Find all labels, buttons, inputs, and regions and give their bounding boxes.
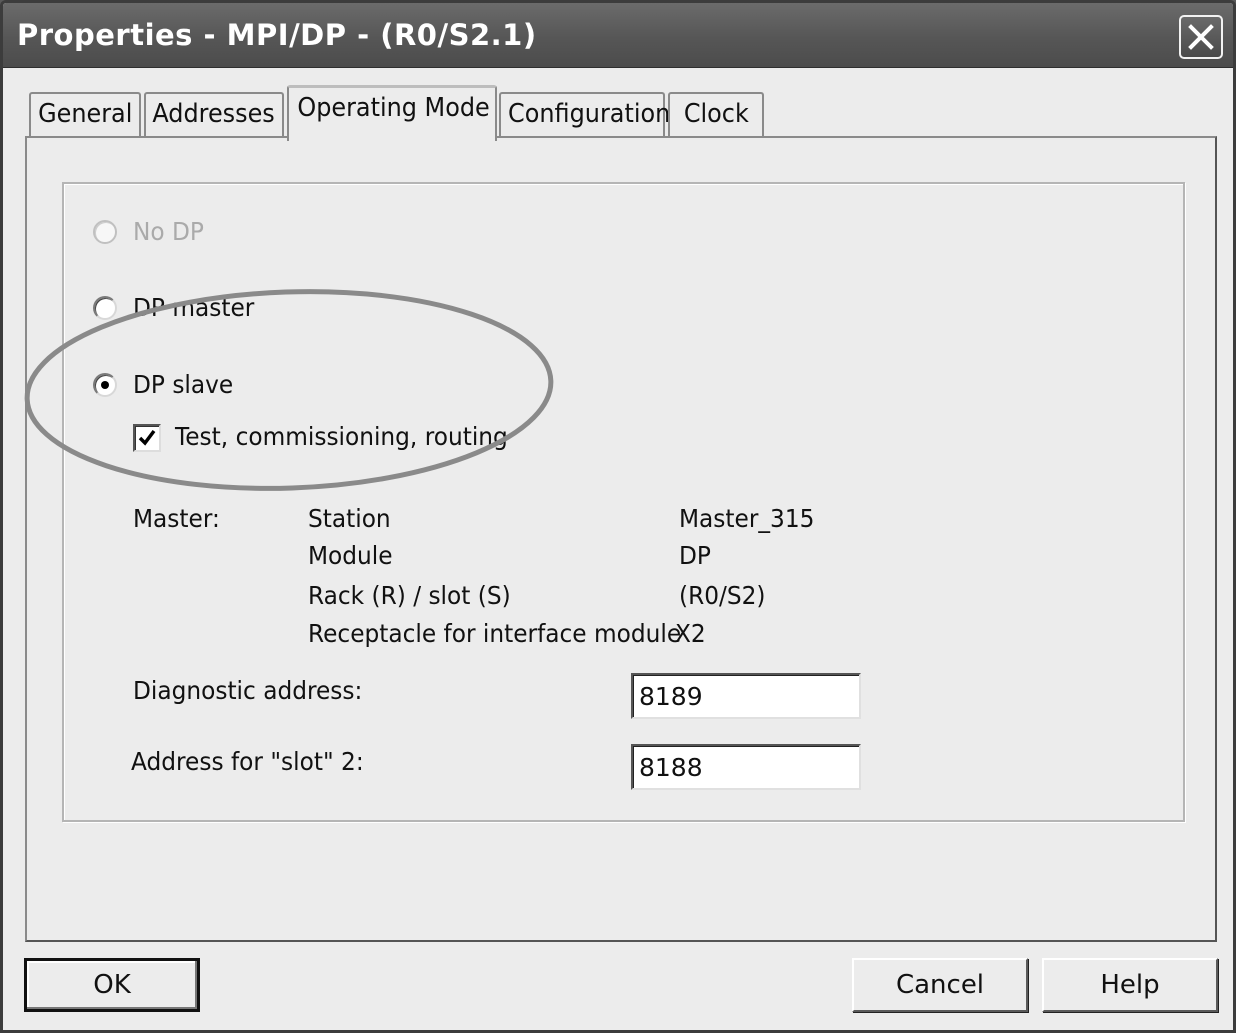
master-station-value: Master_315: [679, 504, 815, 533]
window-title: Properties - MPI/DP - (R0/S2.1): [17, 18, 537, 52]
ok-button[interactable]: OK: [24, 958, 200, 1012]
operating-mode-group: [62, 182, 1185, 822]
test-commissioning-routing-checkbox[interactable]: [133, 424, 161, 452]
diagnostic-address-label: Diagnostic address:: [133, 676, 363, 705]
radio-dp-slave[interactable]: [93, 373, 117, 397]
master-receptacle-key: Receptacle for interface module: [308, 619, 682, 648]
properties-dialog: Properties - MPI/DP - (R0/S2.1) General …: [0, 0, 1236, 1033]
radio-dp-master[interactable]: [93, 296, 117, 320]
tab-addresses[interactable]: Addresses: [144, 92, 284, 138]
test-commissioning-routing-label: Test, commissioning, routing: [175, 422, 508, 451]
master-rack-slot-key: Rack (R) / slot (S): [308, 581, 511, 610]
master-station-key: Station: [308, 504, 391, 533]
radio-label-dp-slave: DP slave: [133, 370, 234, 399]
diagnostic-address-input[interactable]: [631, 673, 861, 719]
close-icon: [1188, 24, 1214, 50]
master-label: Master:: [133, 504, 220, 533]
tab-general[interactable]: General: [29, 92, 141, 138]
master-receptacle-value: X2: [675, 619, 706, 648]
master-rack-slot-value: (R0/S2): [679, 581, 766, 610]
tab-clock[interactable]: Clock: [668, 92, 764, 138]
checkmark-icon: [138, 429, 156, 446]
help-button[interactable]: Help: [1042, 958, 1218, 1012]
radio-selected-dot: [101, 381, 109, 389]
cancel-button[interactable]: Cancel: [852, 958, 1028, 1012]
slot-address-label: Address for "slot" 2:: [131, 747, 364, 776]
master-module-key: Module: [308, 541, 393, 570]
slot-address-input[interactable]: [631, 744, 861, 790]
radio-label-dp-master: DP master: [133, 293, 255, 322]
tab-configuration[interactable]: Configuration: [499, 92, 670, 138]
tab-strip: General Addresses Operating Mode Configu…: [3, 67, 1233, 141]
master-module-value: DP: [679, 541, 711, 570]
tab-operating-mode[interactable]: Operating Mode: [287, 85, 497, 141]
radio-no-dp[interactable]: [93, 220, 117, 244]
title-bar[interactable]: Properties - MPI/DP - (R0/S2.1): [3, 3, 1233, 68]
operating-mode-panel: [25, 136, 1217, 942]
close-button[interactable]: [1179, 15, 1223, 59]
radio-label-no-dp: No DP: [133, 217, 204, 246]
